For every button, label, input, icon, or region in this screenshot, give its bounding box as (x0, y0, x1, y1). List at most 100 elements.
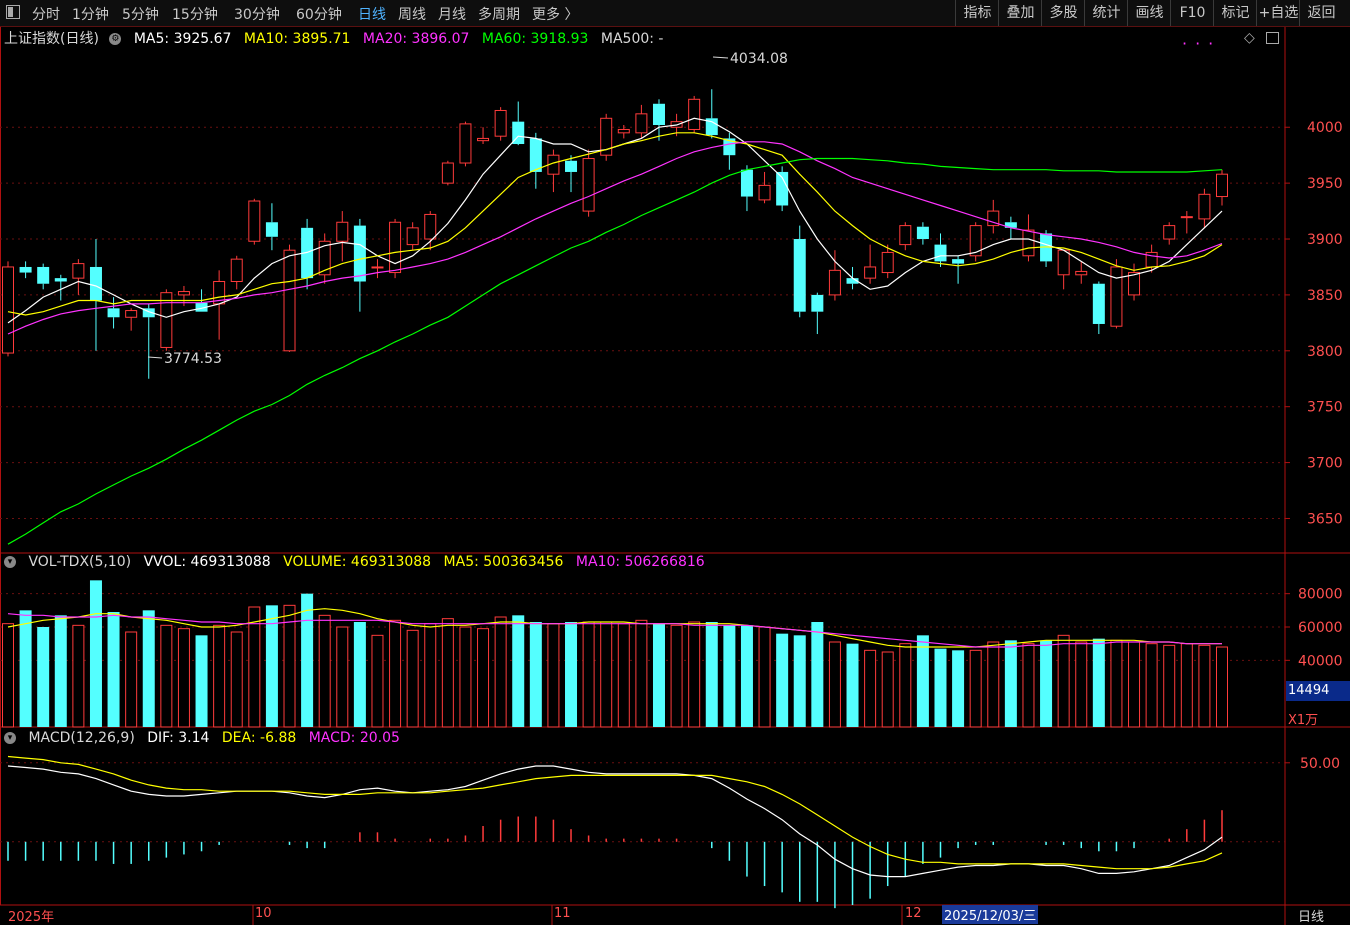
period-tab-2[interactable]: 5分钟 (122, 4, 159, 24)
candle-body (1198, 193, 1211, 220)
candle-body (635, 113, 648, 134)
candle (828, 250, 841, 301)
period-tab-7[interactable]: 周线 (398, 4, 426, 24)
volume-bar (1216, 646, 1228, 728)
volume-bar (213, 624, 226, 728)
kline-chart[interactable]: 3650 3700 3750 3800 3850 3900 3950 4000 40000 60… (0, 27, 1350, 925)
window-icon[interactable] (6, 5, 20, 19)
candle-body (89, 266, 102, 301)
more-dots-icon[interactable]: ··· (1182, 34, 1221, 53)
date-axis (252, 905, 903, 925)
toolbar-button-7[interactable]: +自选 (1256, 0, 1300, 26)
ma5-value: MA5: 3925.67 (133, 31, 232, 47)
volume-bar (1040, 640, 1053, 727)
volume-bar (1004, 640, 1017, 727)
price-axis: 3650 3700 3750 3800 3850 3900 3950 4000 (1285, 120, 1343, 527)
volume-bar (318, 614, 331, 728)
candle (37, 263, 50, 290)
period-tab-8[interactable]: 月线 (438, 4, 466, 24)
toolbar-button-8[interactable]: 返回 (1299, 0, 1343, 26)
candle (582, 149, 595, 217)
volume-bar (1022, 643, 1035, 728)
candle-body (828, 269, 841, 296)
volume-bar (72, 624, 85, 728)
candle (547, 149, 560, 193)
volume-bar (160, 624, 173, 728)
panel-toggle-icon[interactable] (1266, 32, 1279, 44)
toolbar-button-1[interactable]: 叠加 (998, 0, 1042, 26)
period-tab-5[interactable]: 60分钟 (296, 4, 342, 24)
macd-indicator-name[interactable]: MACD(12,26,9) (28, 730, 134, 746)
volume-bar (142, 610, 155, 727)
volume-bar (1198, 644, 1211, 728)
candle (107, 297, 120, 329)
dea-value: DEA: -6.88 (221, 730, 297, 746)
volume-bar (1075, 641, 1088, 728)
dif-value: DIF: 3.14 (147, 730, 210, 746)
candle (1216, 169, 1228, 206)
candle (864, 244, 877, 284)
toolbar-button-0[interactable]: 指标 (955, 0, 999, 26)
price-tick-label-6: 3950 (1307, 176, 1343, 192)
volume-settings-icon[interactable]: ▾ (4, 556, 16, 568)
toolbar-button-2[interactable]: 多股 (1041, 0, 1085, 26)
candle-body (899, 225, 912, 246)
candle (1092, 281, 1105, 335)
date-cursor-label: 2025/12/03/三 (942, 905, 1039, 924)
volume-bar (811, 622, 824, 727)
period-tab-10[interactable]: 更多 〉 (532, 4, 578, 24)
candle-body (54, 278, 67, 282)
candle-body (617, 128, 630, 134)
price-tick-label-1: 3700 (1307, 456, 1343, 472)
vvol-value: VVOL: 469313088 (143, 554, 271, 570)
volume-bars[interactable] (2, 580, 1228, 728)
candle (916, 222, 929, 245)
toolbar-button-6[interactable]: 标记 (1213, 0, 1257, 26)
period-tab-6[interactable]: 日线 (358, 4, 386, 24)
candle (19, 261, 32, 279)
volume-bar (670, 624, 683, 728)
candle-body (582, 158, 595, 212)
macd-panel[interactable] (7, 755, 1223, 909)
candle (1022, 214, 1035, 262)
candle-body (265, 222, 278, 237)
period-tab-3[interactable]: 15分钟 (172, 4, 218, 24)
candle-body (371, 266, 384, 269)
candle-body (793, 239, 806, 312)
volume-line-ma5 (7, 608, 1222, 648)
candle-body (1216, 173, 1228, 198)
candle-body (688, 98, 701, 130)
ma-lines (7, 117, 1223, 545)
candle (2, 261, 14, 357)
volume-bar (846, 643, 859, 727)
settings-icon[interactable]: ⚙ (109, 33, 122, 45)
toolbar-button-4[interactable]: 画线 (1127, 0, 1171, 26)
price-tick-label-0: 3650 (1307, 511, 1343, 527)
toolbar-button-3[interactable]: 统计 (1084, 0, 1128, 26)
candle-body (1022, 229, 1035, 257)
volume-bar (617, 623, 630, 728)
period-tab-1[interactable]: 1分钟 (72, 4, 109, 24)
volume-bar (969, 649, 982, 728)
candle (1163, 222, 1176, 245)
candle (600, 113, 613, 161)
price-tick-label-4: 3850 (1307, 288, 1343, 304)
period-tab-9[interactable]: 多周期 (478, 4, 520, 24)
period-tab-4[interactable]: 30分钟 (234, 4, 280, 24)
period-tab-0[interactable]: 分时 (32, 4, 60, 24)
candle-body (864, 266, 877, 279)
candle (793, 225, 806, 318)
candle (318, 233, 331, 284)
diamond-icon[interactable]: ◇ (1244, 30, 1255, 46)
toolbar-button-5[interactable]: F10 (1170, 0, 1214, 26)
index-title[interactable]: 上证指数(日线) (4, 31, 99, 47)
macd-settings-icon[interactable]: ▾ (4, 732, 16, 744)
volume-legend: ▾ VOL-TDX(5,10) VVOL: 469313088 VOLUME: … (4, 554, 713, 570)
volume-bar (89, 580, 102, 727)
volume-indicator-name[interactable]: VOL-TDX(5,10) (28, 554, 131, 570)
candle (72, 259, 85, 295)
candle-body (406, 227, 419, 246)
candle (899, 222, 912, 251)
high-arrow (712, 56, 729, 59)
ma10-value: MA10: 3895.71 (243, 31, 351, 47)
